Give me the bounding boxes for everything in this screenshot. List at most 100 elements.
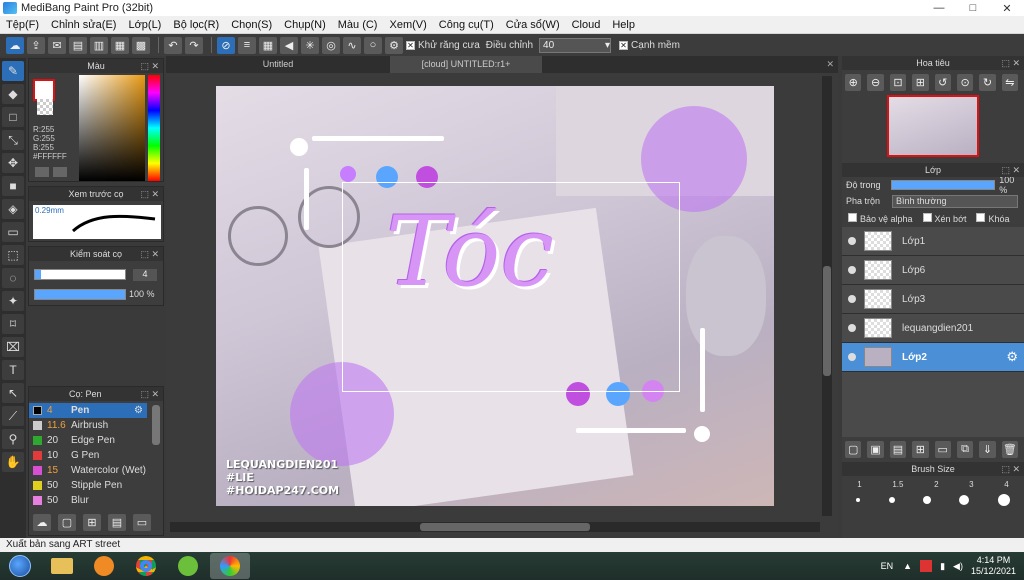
protect-alpha-checkbox[interactable]: [848, 212, 857, 222]
gear-icon[interactable]: ⚙: [1006, 349, 1018, 365]
lasso-tool-icon[interactable]: ◌: [2, 268, 24, 288]
hand-tool-icon[interactable]: ✋: [2, 452, 24, 472]
zoom-out-icon[interactable]: ⊖: [867, 74, 884, 91]
fit-icon[interactable]: ⊡: [889, 74, 907, 91]
eye-icon[interactable]: [848, 237, 856, 245]
select-pen-icon[interactable]: ⌑: [2, 314, 24, 334]
volume-icon[interactable]: ◀): [953, 561, 963, 572]
file-explorer-icon[interactable]: [42, 553, 82, 579]
soft-edge-checkbox[interactable]: ✕: [619, 40, 629, 50]
brush-settings-icon[interactable]: ▤: [108, 514, 126, 531]
parallel-snap-icon[interactable]: ≡: [238, 36, 256, 54]
duplicate-layer-icon[interactable]: ⧉: [956, 441, 974, 458]
brush-item-stipple[interactable]: 50 Stipple Pen: [29, 478, 147, 493]
medibang-icon[interactable]: [210, 553, 250, 579]
blend-select[interactable]: Bình thường: [892, 194, 1018, 208]
layer-item[interactable]: Lớp6: [842, 256, 1024, 285]
brush-size-4[interactable]: [997, 494, 1010, 506]
chrome-icon[interactable]: [126, 553, 166, 579]
menu-file[interactable]: Tệp(F): [0, 19, 45, 31]
rotate-reset-icon[interactable]: ⊙: [956, 74, 974, 91]
gear-icon[interactable]: ⚙: [134, 405, 143, 416]
menu-view[interactable]: Xem(V): [383, 19, 432, 31]
menu-filter[interactable]: Bộ lọc(R): [167, 19, 225, 31]
gradient-tool-icon[interactable]: ▭: [2, 222, 24, 242]
eraser-tool-icon[interactable]: ◆: [2, 84, 24, 104]
artwork-canvas[interactable]: Tóc LEQUANGDIEN201 #LIE #HOIDAP247.COM: [216, 86, 774, 506]
add-brush-icon[interactable]: ⊞: [83, 514, 101, 531]
grid-icon[interactable]: ▩: [132, 36, 150, 54]
select-tool-icon[interactable]: ⬚: [2, 245, 24, 265]
brush-size-3[interactable]: [959, 495, 970, 505]
circle-snap-icon[interactable]: ◎: [322, 36, 340, 54]
primary-color-swatch[interactable]: [33, 79, 55, 101]
flip-icon[interactable]: ⇋: [1001, 74, 1018, 91]
vertical-scrollbar[interactable]: [822, 76, 832, 516]
brush-size-1-5[interactable]: [888, 497, 895, 503]
color-mode-icon[interactable]: [35, 167, 49, 177]
eye-icon[interactable]: [848, 324, 856, 332]
menu-edit[interactable]: Chỉnh sửa(E): [45, 19, 122, 31]
media-player-icon[interactable]: [84, 553, 124, 579]
rotate-right-icon[interactable]: ↻: [979, 74, 996, 91]
network-icon[interactable]: ▮: [940, 561, 945, 572]
coccoc-icon[interactable]: [168, 553, 208, 579]
layer-item[interactable]: Lớp3: [842, 285, 1024, 314]
select-eraser-icon[interactable]: ⌧: [2, 337, 24, 357]
magic-wand-icon[interactable]: ✦: [2, 291, 24, 311]
fill-rect-icon[interactable]: ■: [2, 176, 24, 196]
color-palette-icon[interactable]: [53, 167, 67, 177]
tab-untitled[interactable]: Untitled: [166, 56, 390, 73]
panel-close-icon[interactable]: ⬚ ✕: [140, 59, 159, 73]
rect-tool-icon[interactable]: □: [2, 107, 24, 127]
page-settings-icon[interactable]: ▥: [90, 36, 108, 54]
layer-opacity-slider[interactable]: [890, 180, 996, 190]
panel-close-icon[interactable]: ⬚ ✕: [1001, 462, 1020, 476]
brush-size-1[interactable]: [856, 498, 861, 502]
snap-settings-icon[interactable]: ⚙: [385, 36, 403, 54]
panel-close-icon[interactable]: ⬚ ✕: [140, 187, 159, 201]
add-layer-menu-icon[interactable]: ⊞: [912, 441, 929, 458]
menu-help[interactable]: Help: [606, 19, 641, 31]
layer-item[interactable]: lequangdien201: [842, 314, 1024, 343]
new-page-icon[interactable]: ▤: [69, 36, 87, 54]
cloud-icon[interactable]: ☁: [6, 36, 24, 54]
panel-close-icon[interactable]: ⬚ ✕: [1001, 56, 1020, 70]
rotate-left-icon[interactable]: ↺: [934, 74, 951, 91]
bucket-tool-icon[interactable]: ◈: [2, 199, 24, 219]
redo-icon[interactable]: ↷: [185, 36, 203, 54]
menu-cloud[interactable]: Cloud: [566, 19, 607, 31]
start-button[interactable]: [0, 552, 40, 580]
vietkey-icon[interactable]: [920, 560, 933, 572]
minimize-button[interactable]: —: [922, 2, 956, 15]
operation-tool-icon[interactable]: ↖: [2, 383, 24, 403]
merge-layer-icon[interactable]: ⇓: [979, 441, 996, 458]
hue-slider[interactable]: [148, 75, 160, 181]
actual-size-icon[interactable]: ⊞: [912, 74, 929, 91]
dot-tool-icon[interactable]: ⤡: [2, 130, 24, 150]
clip-checkbox[interactable]: [922, 212, 932, 222]
menu-layer[interactable]: Lớp(L): [122, 19, 167, 31]
vanishing-snap-icon[interactable]: ◀: [280, 36, 298, 54]
horizontal-scrollbar[interactable]: [170, 522, 820, 532]
brush-size-2[interactable]: [922, 496, 931, 504]
share-icon[interactable]: ⇪: [27, 36, 45, 54]
text-tool-icon[interactable]: T: [2, 360, 24, 380]
brush-item-edge-pen[interactable]: 20 Edge Pen: [29, 433, 147, 448]
grid-snap-icon[interactable]: ▦: [259, 36, 277, 54]
brush-list-scrollbar[interactable]: [152, 405, 160, 445]
tab-cloud-untitled[interactable]: [cloud] UNTITLED:r1+: [390, 56, 542, 73]
curve-snap-icon[interactable]: ∿: [343, 36, 361, 54]
folder-icon[interactable]: ▭: [934, 441, 951, 458]
divide-tool-icon[interactable]: ⟋: [2, 406, 24, 426]
brush-item-pen[interactable]: 4 Pen ⚙: [29, 403, 147, 418]
close-tab-icon[interactable]: ✕: [826, 56, 834, 73]
lock-checkbox[interactable]: [976, 212, 986, 222]
brush-item-watercolor[interactable]: 15 Watercolor (Wet): [29, 463, 147, 478]
brush-item-g-pen[interactable]: 10 G Pen: [29, 448, 147, 463]
new-halftone-layer-icon[interactable]: ▣: [867, 441, 884, 458]
zoom-in-icon[interactable]: ⊕: [845, 74, 862, 91]
saturation-field[interactable]: [79, 75, 145, 181]
ellipse-snap-icon[interactable]: ○: [364, 36, 382, 54]
panel-close-icon[interactable]: ⬚ ✕: [1001, 163, 1020, 177]
